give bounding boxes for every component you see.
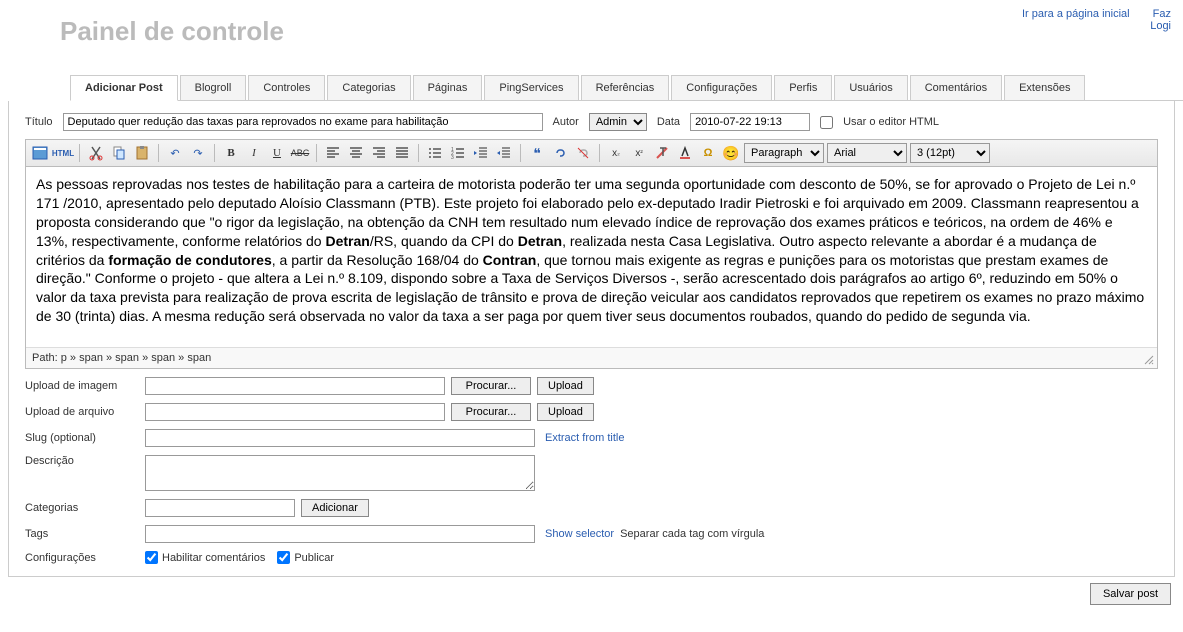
upload-image-label: Upload de imagem	[25, 380, 145, 392]
tab-adicionar-post[interactable]: Adicionar Post	[70, 75, 178, 101]
remove-format-icon[interactable]	[652, 143, 672, 163]
paste-icon[interactable]	[132, 143, 152, 163]
number-list-icon[interactable]: 123	[448, 143, 468, 163]
svg-text:3: 3	[451, 155, 454, 161]
copy-icon[interactable]	[109, 143, 129, 163]
enable-comments-label: Habilitar comentários	[162, 552, 265, 564]
content-bold: Detran	[518, 233, 562, 249]
tab-paginas[interactable]: Páginas	[413, 75, 483, 100]
upload-file-path[interactable]	[145, 403, 445, 421]
bullet-list-icon[interactable]	[425, 143, 445, 163]
settings-label: Configurações	[25, 552, 145, 564]
size-select[interactable]: 3 (12pt)	[910, 143, 990, 163]
date-label: Data	[657, 116, 680, 128]
tags-hint: Separar cada tag com vírgula	[620, 528, 764, 540]
title-input[interactable]	[63, 113, 543, 131]
login-link[interactable]: Faz Logi	[1150, 8, 1171, 32]
superscript-icon[interactable]: x²	[629, 143, 649, 163]
align-justify-icon[interactable]	[392, 143, 412, 163]
redo-icon[interactable]: ↷	[188, 143, 208, 163]
title-label: Título	[25, 116, 53, 128]
html-editor-label: Usar o editor HTML	[843, 116, 939, 128]
editor-toolbar: HTML ↶ ↷ B I U ABC	[26, 140, 1157, 167]
browse-image-button[interactable]: Procurar...	[451, 377, 531, 395]
text-color-icon[interactable]	[675, 143, 695, 163]
tab-usuarios[interactable]: Usuários	[834, 75, 907, 100]
tab-blogroll[interactable]: Blogroll	[180, 75, 247, 100]
rich-text-editor: HTML ↶ ↷ B I U ABC	[25, 139, 1158, 369]
categories-label: Categorias	[25, 502, 145, 514]
description-label: Descrição	[25, 455, 145, 467]
upload-image-path[interactable]	[145, 377, 445, 395]
html-editor-checkbox[interactable]	[820, 116, 833, 129]
undo-icon[interactable]: ↶	[165, 143, 185, 163]
show-selector-link[interactable]: Show selector	[545, 528, 614, 540]
tags-input[interactable]	[145, 525, 535, 543]
home-link[interactable]: Ir para a página inicial	[1022, 8, 1130, 20]
content-text: /RS, quando da CPI do	[370, 233, 518, 249]
description-input[interactable]	[145, 455, 535, 491]
special-char-icon[interactable]: Ω	[698, 143, 718, 163]
tab-configuracoes[interactable]: Configurações	[671, 75, 772, 100]
resize-handle-icon[interactable]	[1143, 354, 1155, 366]
link-icon[interactable]	[550, 143, 570, 163]
outdent-icon[interactable]	[471, 143, 491, 163]
page-title: Painel de controle	[12, 8, 284, 55]
slug-label: Slug (optional)	[25, 432, 145, 444]
upload-file-button[interactable]: Upload	[537, 403, 594, 421]
date-input[interactable]	[690, 113, 810, 131]
upload-file-label: Upload de arquivo	[25, 406, 145, 418]
unlink-icon[interactable]	[573, 143, 593, 163]
italic-icon[interactable]: I	[244, 143, 264, 163]
tab-controles[interactable]: Controles	[248, 75, 325, 100]
font-select[interactable]: Arial	[827, 143, 907, 163]
tab-comentarios[interactable]: Comentários	[910, 75, 1002, 100]
html-icon[interactable]: HTML	[53, 143, 73, 163]
tab-perfis[interactable]: Perfis	[774, 75, 832, 100]
save-post-button[interactable]: Salvar post	[1090, 583, 1171, 605]
emoticon-icon[interactable]: 😊	[721, 143, 741, 163]
tab-extensoes[interactable]: Extensões	[1004, 75, 1085, 100]
tab-categorias[interactable]: Categorias	[327, 75, 410, 100]
blockquote-icon[interactable]: ❝	[527, 143, 547, 163]
tags-label: Tags	[25, 528, 145, 540]
subscript-icon[interactable]: x₂	[606, 143, 626, 163]
bold-icon[interactable]: B	[221, 143, 241, 163]
publish-checkbox[interactable]	[277, 551, 290, 564]
author-select[interactable]: Admin	[589, 113, 647, 131]
editor-body[interactable]: As pessoas reprovadas nos testes de habi…	[26, 167, 1157, 347]
strike-icon[interactable]: ABC	[290, 143, 310, 163]
fullscreen-icon[interactable]	[30, 143, 50, 163]
extract-from-title-link[interactable]: Extract from title	[545, 432, 624, 444]
align-right-icon[interactable]	[369, 143, 389, 163]
content-bold: Contran	[483, 252, 537, 268]
publish-label: Publicar	[294, 552, 334, 564]
category-input[interactable]	[145, 499, 295, 517]
align-center-icon[interactable]	[346, 143, 366, 163]
content-text: , a partir da Resolução 168/04 do	[272, 252, 483, 268]
enable-comments-checkbox[interactable]	[145, 551, 158, 564]
underline-icon[interactable]: U	[267, 143, 287, 163]
browse-file-button[interactable]: Procurar...	[451, 403, 531, 421]
align-left-icon[interactable]	[323, 143, 343, 163]
top-links: Ir para a página inicial Faz Logi	[1002, 8, 1171, 32]
content-bold: formação de condutores	[108, 252, 271, 268]
add-category-button[interactable]: Adicionar	[301, 499, 369, 517]
slug-input[interactable]	[145, 429, 535, 447]
author-label: Autor	[553, 116, 579, 128]
tab-bar: Adicionar Post Blogroll Controles Catego…	[70, 75, 1183, 101]
content-bold: Detran	[325, 233, 369, 249]
editor-path: Path: p » span » span » span » span	[26, 347, 1157, 368]
cut-icon[interactable]	[86, 143, 106, 163]
tab-referencias[interactable]: Referências	[581, 75, 670, 100]
indent-icon[interactable]	[494, 143, 514, 163]
format-select[interactable]: Paragraph	[744, 143, 824, 163]
upload-image-button[interactable]: Upload	[537, 377, 594, 395]
tab-pingservices[interactable]: PingServices	[484, 75, 578, 100]
